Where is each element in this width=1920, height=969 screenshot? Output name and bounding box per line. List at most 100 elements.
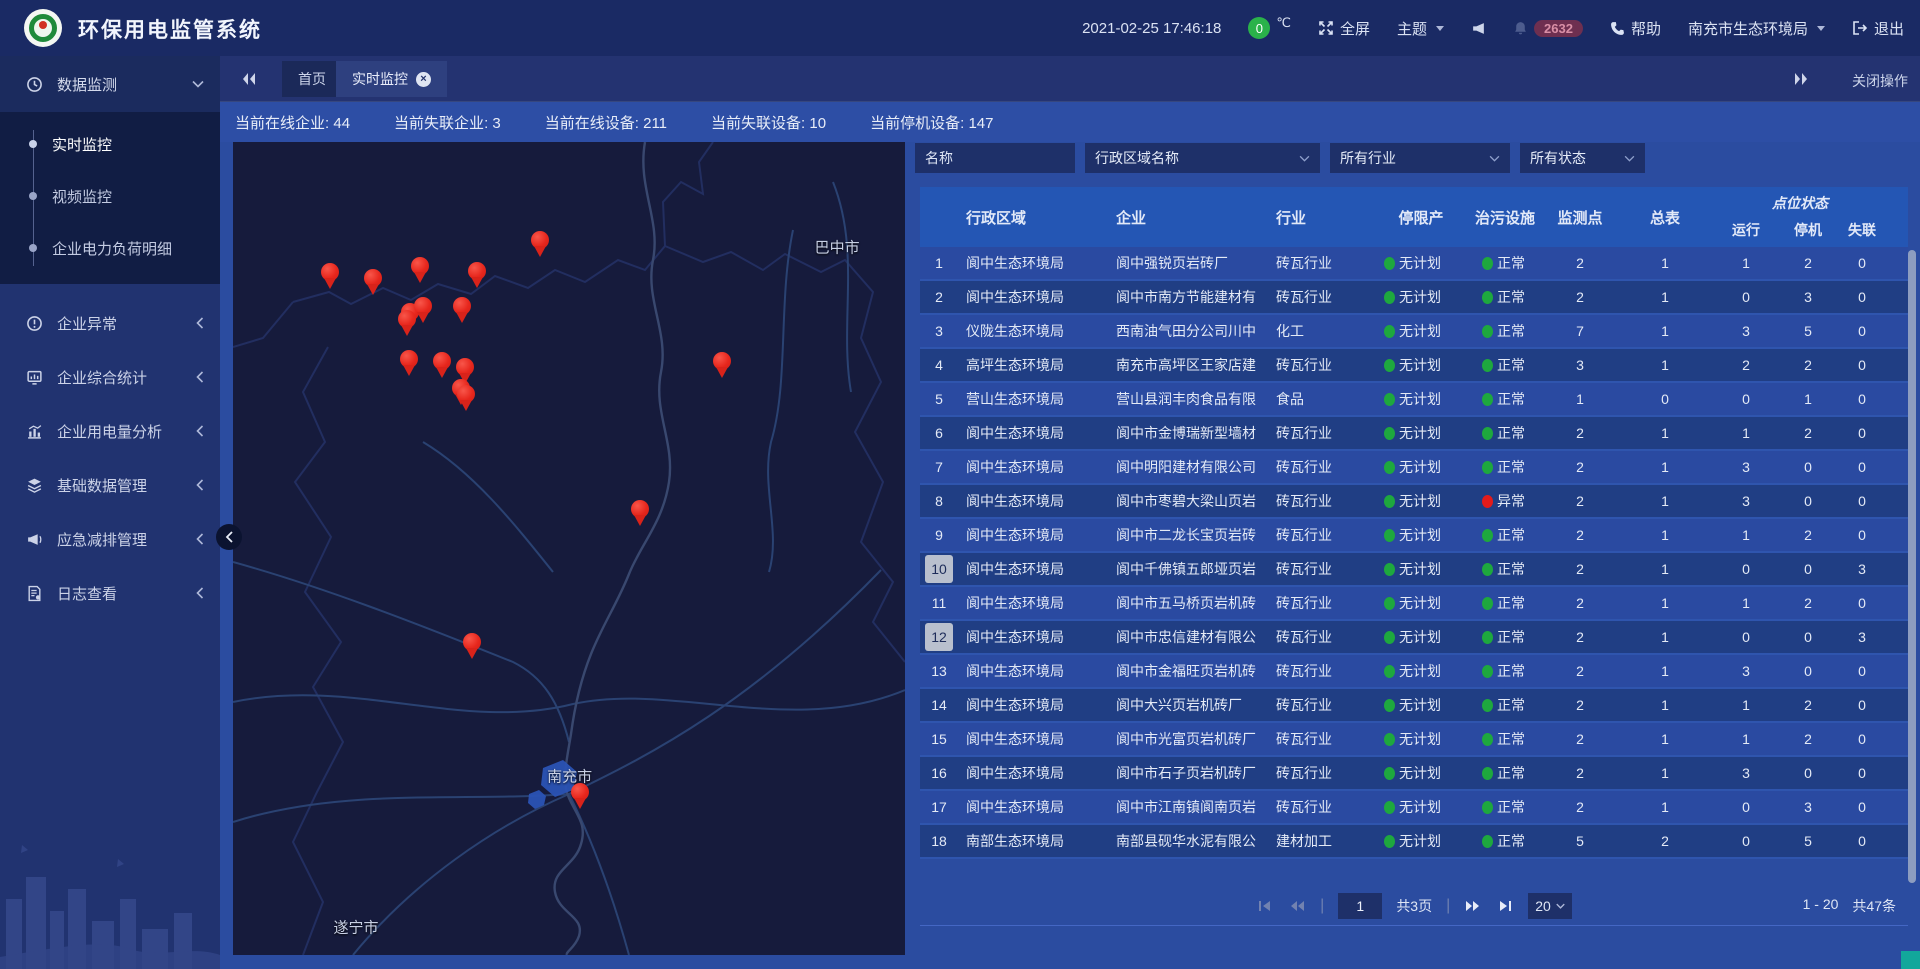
- mute-button[interactable]: [1471, 21, 1486, 36]
- sidebar-group-base-data[interactable]: 基础数据管理: [0, 458, 220, 512]
- status-select[interactable]: 所有状态: [1520, 143, 1645, 173]
- monitor-points-cell: 3: [1540, 349, 1620, 381]
- industry-cell: 砖瓦行业: [1268, 689, 1372, 721]
- monitor-points-cell: 2: [1540, 553, 1620, 585]
- name-search-input[interactable]: [915, 143, 1075, 173]
- tabs-scroll-right-button[interactable]: [1790, 70, 1812, 88]
- table-row[interactable]: 14 阆中生态环境局 阆中大兴页岩机砖厂 砖瓦行业 无计划 正常 2 1 1 2…: [920, 689, 1908, 723]
- table-row[interactable]: 12 阆中生态环境局 阆中市忠信建材有限公 砖瓦行业 无计划 正常 2 1 0 …: [920, 621, 1908, 655]
- map-marker-pin[interactable]: [467, 262, 487, 289]
- status-dot-icon: [1482, 733, 1493, 746]
- table-row[interactable]: 8 阆中生态环境局 阆中市枣碧大梁山页岩 砖瓦行业 无计划 异常 2 1 3 0…: [920, 485, 1908, 519]
- facility-status-text: 正常: [1497, 321, 1525, 341]
- tab-label: 实时监控: [352, 69, 408, 89]
- sidebar-group-enterprise-statistics[interactable]: 企业综合统计: [0, 350, 220, 404]
- table-row[interactable]: 1 阆中生态环境局 阆中强锐页岩砖厂 砖瓦行业 无计划 正常 2 1 1 2 0: [920, 247, 1908, 281]
- tabs-scroll-left-button[interactable]: [238, 70, 260, 88]
- facility-status-text: 正常: [1497, 661, 1525, 681]
- page-number-input[interactable]: [1338, 893, 1382, 919]
- map-marker-pin[interactable]: [452, 297, 472, 324]
- table-row[interactable]: 15 阆中生态环境局 阆中市光富页岩机砖厂 砖瓦行业 无计划 正常 2 1 1 …: [920, 723, 1908, 757]
- region-cell: 阆中生态环境局: [958, 757, 1108, 789]
- map-marker-pin[interactable]: [570, 783, 590, 810]
- map-canvas[interactable]: 巴中市南充市遂宁市: [233, 142, 905, 955]
- monitor-points-cell: 2: [1540, 247, 1620, 279]
- stat-item: 当前失联企业: 3: [394, 112, 501, 133]
- row-number: 14: [925, 691, 953, 719]
- table-row[interactable]: 9 阆中生态环境局 阆中市二龙长宝页岩砖 砖瓦行业 无计划 正常 2 1 1 2…: [920, 519, 1908, 553]
- facility-status-cell: 正常: [1470, 383, 1540, 415]
- logout-button[interactable]: 退出: [1852, 18, 1904, 39]
- sidebar-item-power-load-detail[interactable]: 企业电力负荷明细: [0, 222, 220, 274]
- table-row[interactable]: 4 高坪生态环境局 南充市高坪区王家店建 砖瓦行业 无计划 正常 3 1 2 2…: [920, 349, 1908, 383]
- tab-close-icon[interactable]: ×: [416, 72, 431, 87]
- fullscreen-icon: [1318, 20, 1334, 36]
- sidebar-item-realtime-monitor[interactable]: 实时监控: [0, 118, 220, 170]
- status-dot-icon: [1482, 835, 1493, 848]
- sidebar-collapse-handle[interactable]: [216, 524, 242, 550]
- status-dot-icon: [1482, 359, 1493, 372]
- status-dot-icon: [1384, 597, 1395, 610]
- limit-status-cell: 无计划: [1372, 689, 1470, 721]
- table-row[interactable]: 2 阆中生态环境局 阆中市南方节能建材有 砖瓦行业 无计划 正常 2 1 0 3…: [920, 281, 1908, 315]
- company-cell: 阆中市忠信建材有限公: [1108, 621, 1268, 653]
- page-size-select[interactable]: 20: [1528, 893, 1572, 919]
- table-row[interactable]: 18 南部生态环境局 南部县砚华水泥有限公 建材加工 无计划 正常 5 2 0 …: [920, 825, 1908, 859]
- help-button[interactable]: 帮助: [1610, 18, 1661, 39]
- region-cell: 阆中生态环境局: [958, 451, 1108, 483]
- table-row[interactable]: 11 阆中生态环境局 阆中市五马桥页岩机砖 砖瓦行业 无计划 正常 2 1 1 …: [920, 587, 1908, 621]
- close-operations-button[interactable]: 关闭操作: [1852, 71, 1908, 91]
- company-cell: 阆中市金博瑞新型墙材: [1108, 417, 1268, 449]
- map-marker-pin[interactable]: [462, 633, 482, 660]
- table-row[interactable]: 5 营山生态环境局 营山县润丰肉食品有限 食品 无计划 正常 1 0 0 1 0: [920, 383, 1908, 417]
- table-row[interactable]: 13 阆中生态环境局 阆中市金福旺页岩机砖 砖瓦行业 无计划 正常 2 1 3 …: [920, 655, 1908, 689]
- industry-select[interactable]: 所有行业: [1330, 143, 1510, 173]
- map-marker-pin[interactable]: [399, 350, 419, 377]
- first-page-icon: [1258, 900, 1272, 912]
- lost-count-cell: 0: [1834, 349, 1890, 381]
- limit-status-text: 无计划: [1399, 491, 1441, 511]
- tab-realtime-monitor[interactable]: 实时监控 ×: [336, 61, 447, 97]
- tab-home[interactable]: 首页: [282, 61, 342, 97]
- company-cell: 阆中市石子页岩机砖厂: [1108, 757, 1268, 789]
- running-count-cell: 1: [1710, 689, 1782, 721]
- chevron-down-icon: [1299, 155, 1310, 162]
- app-window: 环保用电监管系统 2021-02-25 17:46:18 0 ℃ 全屏 主题: [0, 0, 1920, 969]
- map-marker-pin[interactable]: [410, 257, 430, 284]
- first-page-button[interactable]: [1256, 899, 1274, 913]
- map-marker-pin[interactable]: [432, 352, 452, 379]
- map-marker-pin[interactable]: [712, 352, 732, 379]
- sidebar-group-emergency-reduction[interactable]: 应急减排管理: [0, 512, 220, 566]
- industry-cell: 砖瓦行业: [1268, 519, 1372, 551]
- sidebar-group-data-monitoring[interactable]: 数据监测: [0, 56, 220, 112]
- vertical-scrollbar-thumb[interactable]: [1908, 250, 1916, 883]
- next-page-button[interactable]: [1464, 899, 1482, 913]
- sidebar-group-enterprise-abnormal[interactable]: 企业异常: [0, 296, 220, 350]
- last-page-button[interactable]: [1496, 899, 1514, 913]
- table-row[interactable]: 17 阆中生态环境局 阆中市江南镇阆南页岩 砖瓦行业 无计划 正常 2 1 0 …: [920, 791, 1908, 825]
- region-select[interactable]: 行政区域名称: [1085, 143, 1320, 173]
- map-marker-pin[interactable]: [363, 269, 383, 296]
- table-row[interactable]: 16 阆中生态环境局 阆中市石子页岩机砖厂 砖瓦行业 无计划 正常 2 1 3 …: [920, 757, 1908, 791]
- total-meters-cell: 1: [1620, 485, 1710, 517]
- map-marker-pin[interactable]: [397, 310, 417, 337]
- sidebar-group-log-view[interactable]: 日志查看: [0, 566, 220, 620]
- fullscreen-button[interactable]: 全屏: [1318, 18, 1370, 39]
- org-dropdown[interactable]: 南充市生态环境局: [1688, 18, 1825, 39]
- table-row[interactable]: 3 仪陇生态环境局 西南油气田分公司川中 化工 无计划 正常 7 1 3 5 0: [920, 315, 1908, 349]
- table-row[interactable]: 6 阆中生态环境局 阆中市金博瑞新型墙材 砖瓦行业 无计划 正常 2 1 1 2…: [920, 417, 1908, 451]
- sidebar-group-power-analysis[interactable]: 企业用电量分析: [0, 404, 220, 458]
- theme-dropdown[interactable]: 主题: [1397, 18, 1444, 39]
- table-row[interactable]: 7 阆中生态环境局 阆中明阳建材有限公司 砖瓦行业 无计划 正常 2 1 3 0…: [920, 451, 1908, 485]
- map-marker-pin[interactable]: [530, 231, 550, 258]
- sidebar-item-video-monitor[interactable]: 视频监控: [0, 170, 220, 222]
- table-row[interactable]: 10 阆中生态环境局 阆中千佛镇五郎垭页岩 砖瓦行业 无计划 正常 2 1 0 …: [920, 553, 1908, 587]
- map-marker-pin[interactable]: [630, 500, 650, 527]
- map-marker-pin[interactable]: [456, 385, 476, 412]
- limit-status-cell: 无计划: [1372, 247, 1470, 279]
- map-marker-pin[interactable]: [320, 263, 340, 290]
- prev-page-button[interactable]: [1288, 899, 1306, 913]
- facility-status-cell: 正常: [1470, 451, 1540, 483]
- stat-value: 147: [968, 115, 993, 132]
- notification-button[interactable]: 2632: [1513, 20, 1583, 37]
